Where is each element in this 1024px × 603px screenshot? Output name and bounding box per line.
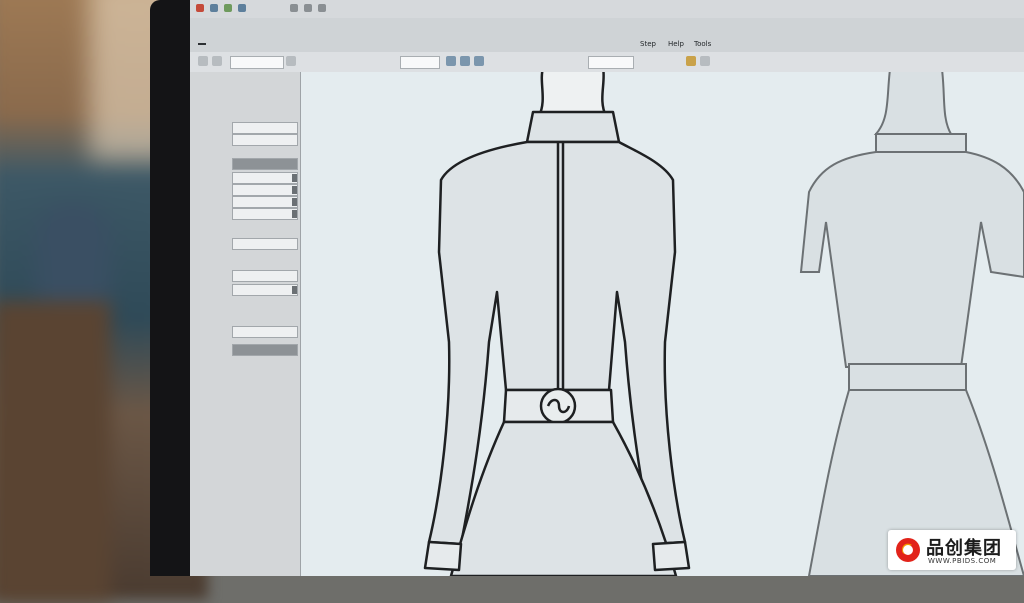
property-field[interactable] [232,344,298,356]
tool-text-icon[interactable] [474,56,484,66]
tool-select-icon[interactable] [198,56,208,66]
quick-access-icon[interactable] [318,4,326,12]
tab-tools[interactable]: Tools [694,40,711,48]
tool-line-icon[interactable] [460,56,470,66]
ribbon-bar: Step Help Tools [190,18,1024,52]
property-field[interactable] [232,172,298,184]
property-field[interactable] [232,134,298,146]
spinner-icon[interactable] [292,174,297,182]
tool-move-icon[interactable] [212,56,222,66]
tab-step[interactable]: Step [640,40,656,48]
background-chair [0,300,111,603]
toolbar-field[interactable] [230,56,284,69]
tool-layer-icon[interactable] [700,56,710,66]
tab-help[interactable]: Help [668,40,684,48]
design-canvas[interactable] [301,72,1024,576]
property-field[interactable] [232,270,298,282]
save-icon[interactable] [210,4,218,12]
property-field[interactable] [232,122,298,134]
quick-access-icon[interactable] [290,4,298,12]
watermark-site: WWW.PBIDS.COM [928,557,997,565]
property-field[interactable] [232,284,298,296]
property-field[interactable] [232,196,298,208]
undo-icon[interactable] [224,4,232,12]
front-view-dress-sketch [423,72,691,576]
toolbar-field[interactable] [400,56,440,69]
spinner-icon[interactable] [292,198,297,206]
properties-panel [190,72,301,576]
property-field[interactable] [232,184,298,196]
pbids-logo-icon [896,538,920,562]
tool-pen-icon[interactable] [286,56,296,66]
monitor-screen: Step Help Tools [190,0,1024,576]
tool-shape-icon[interactable] [446,56,456,66]
property-field[interactable] [232,326,298,338]
tool-color-icon[interactable] [686,56,696,66]
title-bar [190,0,1024,19]
spinner-icon[interactable] [292,286,297,294]
quick-access-icon[interactable] [304,4,312,12]
app-icon [196,4,204,12]
property-field[interactable] [232,208,298,220]
toolbar-field[interactable] [588,56,634,69]
property-field[interactable] [232,238,298,250]
redo-icon[interactable] [238,4,246,12]
back-view-dress-sketch [799,72,1024,576]
spinner-icon[interactable] [292,210,297,218]
property-field[interactable] [232,158,298,170]
app-name-label [198,43,206,45]
watermark-badge: 品创集团 WWW.PBIDS.COM [888,530,1016,570]
spinner-icon[interactable] [292,186,297,194]
dress-sketch-artwork [423,72,1024,576]
toolbar [190,52,1024,73]
